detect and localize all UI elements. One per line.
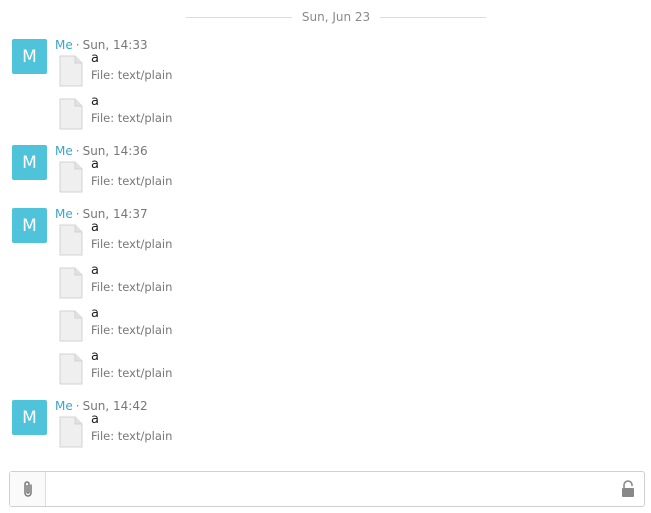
file-type: File: text/plain [91, 323, 173, 337]
file-name[interactable]: a [91, 220, 99, 236]
message-input[interactable] [46, 472, 606, 506]
header-separator: · [75, 144, 80, 158]
file-icon [59, 224, 83, 256]
sender-name[interactable]: Me [55, 399, 73, 413]
file-attachment[interactable]: a File: text/plain [59, 94, 459, 134]
unlocked-icon[interactable] [620, 480, 636, 498]
file-name[interactable]: a [91, 306, 99, 322]
message-header: Me · Sun, 14:33 [55, 38, 148, 52]
sender-name[interactable]: Me [55, 38, 73, 52]
file-name[interactable]: a [91, 263, 99, 279]
file-name[interactable]: a [91, 157, 99, 173]
avatar[interactable]: M [12, 400, 47, 435]
date-divider: Sun, Jun 23 [186, 7, 487, 27]
file-icon [59, 353, 83, 385]
chat-window: Sun, Jun 23 M Me · Sun, 14:33 a File: text… [0, 0, 651, 513]
message-header: Me · Sun, 14:37 [55, 207, 148, 221]
file-attachment[interactable]: a File: text/plain [59, 157, 459, 197]
file-attachment[interactable]: a File: text/plain [59, 263, 459, 303]
file-icon [59, 267, 83, 299]
file-type: File: text/plain [91, 366, 173, 380]
message-header: Me · Sun, 14:36 [55, 144, 148, 158]
file-name[interactable]: a [91, 94, 99, 110]
avatar[interactable]: M [12, 145, 47, 180]
avatar[interactable]: M [12, 39, 47, 74]
message-composer [9, 471, 645, 507]
avatar[interactable]: M [12, 208, 47, 243]
sender-name[interactable]: Me [55, 207, 73, 221]
date-label: Sun, Jun 23 [301, 10, 371, 24]
paperclip-icon [23, 481, 32, 497]
header-separator: · [75, 38, 80, 52]
attach-file-button[interactable] [10, 472, 46, 506]
header-separator: · [75, 207, 80, 221]
file-type: File: text/plain [91, 174, 173, 188]
file-icon [59, 55, 83, 87]
message-timestamp: Sun, 14:33 [82, 38, 148, 52]
message-timestamp: Sun, 14:37 [82, 207, 148, 221]
message-timestamp: Sun, 14:36 [82, 144, 148, 158]
message-header: Me · Sun, 14:42 [55, 399, 148, 413]
file-attachment[interactable]: a File: text/plain [59, 51, 459, 91]
file-type: File: text/plain [91, 280, 173, 294]
file-name[interactable]: a [91, 51, 99, 67]
file-attachment[interactable]: a File: text/plain [59, 349, 459, 389]
file-attachment[interactable]: a File: text/plain [59, 306, 459, 346]
file-name[interactable]: a [91, 412, 99, 428]
file-type: File: text/plain [91, 68, 173, 82]
header-separator: · [75, 399, 80, 413]
file-icon [59, 416, 83, 448]
file-type: File: text/plain [91, 429, 173, 443]
message-timestamp: Sun, 14:42 [82, 399, 148, 413]
file-icon [59, 310, 83, 342]
file-attachment[interactable]: a File: text/plain [59, 412, 459, 452]
file-attachment[interactable]: a File: text/plain [59, 220, 459, 260]
file-icon [59, 98, 83, 130]
sender-name[interactable]: Me [55, 144, 73, 158]
file-name[interactable]: a [91, 349, 99, 365]
file-icon [59, 161, 83, 193]
divider-line-left [186, 16, 292, 18]
divider-line-right [380, 16, 487, 18]
file-type: File: text/plain [91, 237, 173, 251]
file-type: File: text/plain [91, 111, 173, 125]
